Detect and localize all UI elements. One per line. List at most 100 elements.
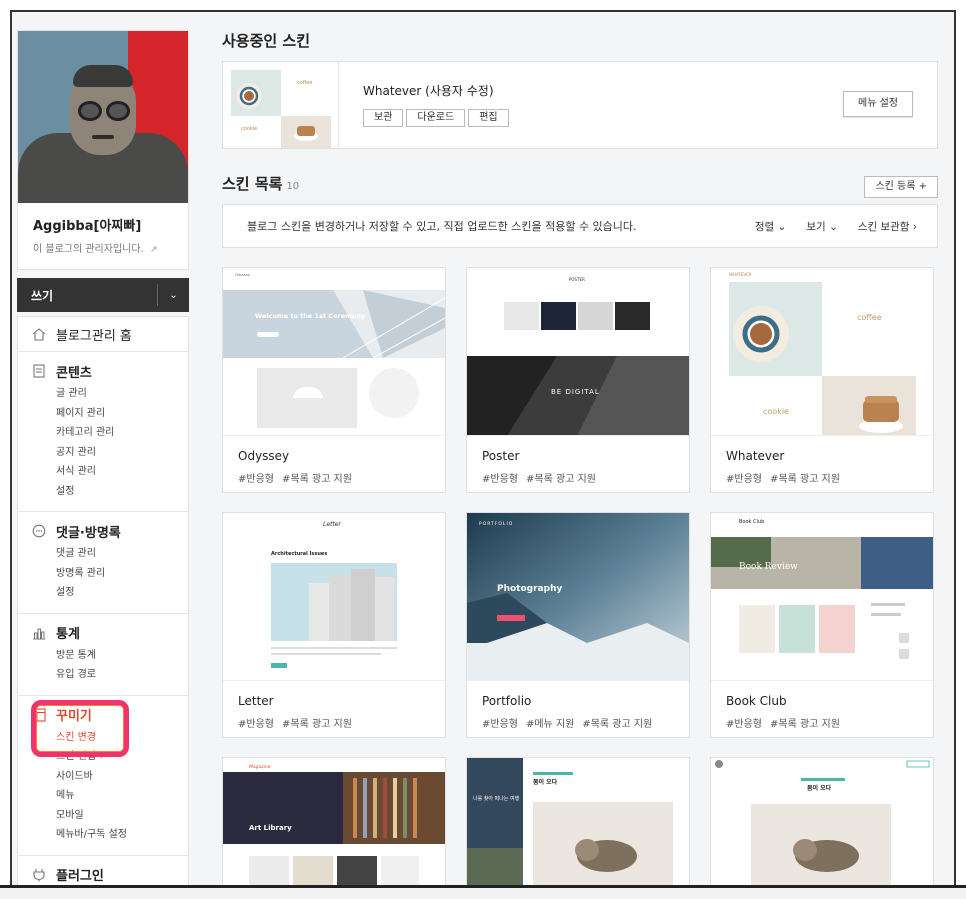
menu-sub-menu[interactable]: 메뉴 xyxy=(18,786,188,806)
skin-card-letter[interactable]: Letter Architectural Issues Letter #반응형 … xyxy=(222,512,446,738)
thumb-text: WHATEVER xyxy=(729,272,752,277)
svg-text:cookie: cookie xyxy=(241,126,257,132)
menu-item-home[interactable]: 블로그관리 홈 xyxy=(18,325,188,344)
svg-text:Odyssey: Odyssey xyxy=(235,273,250,277)
menu-sub-referrers[interactable]: 유입 경로 xyxy=(18,665,188,685)
skin-storage-link[interactable]: 스킨 보관함 › xyxy=(858,219,917,234)
chevron-down-icon[interactable]: ⌄ xyxy=(157,284,189,306)
menu-sub-contents-settings[interactable]: 설정 xyxy=(18,482,188,502)
thumb-text: Magazine xyxy=(249,764,271,770)
external-link-icon: ↗ xyxy=(149,245,158,255)
tag: #반응형 xyxy=(482,719,518,730)
skin-grid: Welcome to the 1st Ceremony Odyssey Odys… xyxy=(222,267,938,885)
current-skin-name: Whatever (사용자 수정) xyxy=(363,84,494,98)
menu-sub-notices[interactable]: 공지 관리 xyxy=(18,443,188,463)
menu-comments-label: 댓글·방명록 xyxy=(56,525,121,541)
skin-thumbnail: POSTER BE DIGITAL xyxy=(467,268,689,436)
thumb-text: POSTER xyxy=(569,277,585,282)
menu-item-plugin[interactable]: 플러그인 xyxy=(18,866,188,884)
tag: #목록 광고 지원 xyxy=(769,719,840,730)
current-skin-thumbnail: coffee cookie xyxy=(223,62,339,148)
admin-menu: 블로그관리 홈 콘텐츠 글 관리 페이지 관리 카테고리 관리 공지 관리 서식… xyxy=(17,316,189,885)
skin-description-bar: 블로그 스킨을 변경하거나 저장할 수 있고, 직접 업로드한 스킨을 적용할 … xyxy=(222,204,938,248)
menu-sub-templates[interactable]: 서식 관리 xyxy=(18,462,188,482)
menu-plugin-label: 플러그인 xyxy=(56,869,104,884)
menu-sub-posts[interactable]: 글 관리 xyxy=(18,384,188,404)
view-label: 보기 xyxy=(806,220,826,233)
register-skin-button[interactable]: 스킨 등록 + xyxy=(864,176,938,198)
skin-thumbnail: Letter Architectural Issues xyxy=(223,513,445,681)
write-button[interactable]: 쓰기 ⌄ xyxy=(17,278,189,312)
view-dropdown[interactable]: 보기 ⌄ xyxy=(806,219,837,234)
skin-card-whatever[interactable]: WHATEVER coffee cookie Whatever #반응형 #목록… xyxy=(710,267,934,493)
thumb-text: Letter xyxy=(323,521,341,528)
avatar[interactable] xyxy=(18,31,188,203)
sort-dropdown[interactable]: 정렬 ⌄ xyxy=(755,219,786,234)
tag: #반응형 xyxy=(726,719,762,730)
tag: #반응형 xyxy=(482,474,518,485)
skin-card-odyssey[interactable]: Welcome to the 1st Ceremony Odyssey Odys… xyxy=(222,267,446,493)
svg-text:coffee: coffee xyxy=(297,80,312,86)
menu-sub-visit-stats[interactable]: 방문 통계 xyxy=(18,646,188,666)
edit-button[interactable]: 편집 xyxy=(468,109,509,127)
tag: #메뉴 지원 xyxy=(525,719,575,730)
skin-description: 블로그 스킨을 변경하거나 저장할 수 있고, 직접 업로드한 스킨을 적용할 … xyxy=(247,220,637,233)
skin-tags: #반응형 #메뉴 지원 #목록 광고 지원 xyxy=(467,708,689,730)
menu-sub-sidebar[interactable]: 사이드바 xyxy=(18,767,188,787)
thumb-text: 나를 찾아 떠나는 여행 xyxy=(473,795,520,802)
skin-name: Whatever xyxy=(726,449,785,463)
skin-card-magazine[interactable]: Magazine Art Library xyxy=(222,757,446,885)
menu-sub-comments-settings[interactable]: 설정 xyxy=(18,583,188,603)
profile-subtitle-text: 이 블로그의 관리자입니다. xyxy=(33,244,144,255)
tag: #목록 광고 지원 xyxy=(281,719,352,730)
thumb-text: Welcome to the 1st Ceremony xyxy=(255,312,366,320)
thumb-text: Photography xyxy=(497,584,562,594)
thumb-text: Book Review xyxy=(739,562,798,572)
chevron-down-icon: ⌄ xyxy=(829,220,838,233)
menu-sub-menubar[interactable]: 메뉴바/구독 설정 xyxy=(18,825,188,845)
skin-name: Book Club xyxy=(726,694,787,708)
skin-card-portfolio[interactable]: PORTFOLIO Photography Portfolio #반응형 #메뉴 … xyxy=(466,512,690,738)
highlight-annotation xyxy=(31,700,129,757)
skin-tags: #반응형 #목록 광고 지원 xyxy=(711,463,933,485)
page-bottom xyxy=(0,888,966,899)
skin-tags: #반응형 #목록 광고 지원 xyxy=(223,708,445,730)
skin-card-cat-2[interactable]: 봄이 오다 xyxy=(710,757,934,885)
menu-sub-categories[interactable]: 카테고리 관리 xyxy=(18,423,188,443)
profile-subtitle[interactable]: 이 블로그의 관리자입니다. ↗ xyxy=(33,240,173,255)
skin-card-bookclub[interactable]: Book Club Book Review Book Club #반응형 #목록… xyxy=(710,512,934,738)
tag: #목록 광고 지원 xyxy=(582,719,653,730)
skin-thumbnail: WHATEVER coffee cookie xyxy=(711,268,933,436)
skin-name: Portfolio xyxy=(482,694,532,708)
profile-name[interactable]: Aggibba[아찌빠] xyxy=(33,215,173,234)
plug-icon xyxy=(32,868,46,882)
skin-thumbnail: Welcome to the 1st Ceremony Odyssey xyxy=(223,268,445,436)
skin-tags: #반응형 #목록 광고 지원 xyxy=(223,463,445,485)
menu-sub-guestbook[interactable]: 방명록 관리 xyxy=(18,564,188,584)
skin-card-poster[interactable]: POSTER BE DIGITAL Poster #반응형 #목록 광고 지원 xyxy=(466,267,690,493)
skin-thumbnail: PORTFOLIO Photography xyxy=(467,513,689,681)
tag: #목록 광고 지원 xyxy=(769,474,840,485)
skin-card-cat-1[interactable]: 나를 찾아 떠나는 여행 봄이 오다 xyxy=(466,757,690,885)
sidebar: Aggibba[아찌빠] 이 블로그의 관리자입니다. ↗ 쓰기 ⌄ 블로그관리… xyxy=(17,30,189,885)
menu-contents-label: 콘텐츠 xyxy=(56,365,92,381)
archive-button[interactable]: 보관 xyxy=(363,109,404,127)
skin-tags: #반응형 #목록 광고 지원 xyxy=(467,463,689,485)
current-skin-title: 사용중인 스킨 xyxy=(222,32,311,50)
menu-item-contents[interactable]: 콘텐츠 xyxy=(18,362,188,381)
menu-sub-mobile[interactable]: 모바일 xyxy=(18,806,188,826)
thumb-text: Book Club xyxy=(739,519,764,525)
tag: #반응형 xyxy=(238,719,274,730)
skin-tags: #반응형 #목록 광고 지원 xyxy=(711,708,933,730)
sort-label: 정렬 xyxy=(754,220,775,233)
menu-settings-button[interactable]: 메뉴 설정 xyxy=(843,91,913,117)
menu-sub-comments[interactable]: 댓글 관리 xyxy=(18,544,188,564)
thumb-text: 봄이 오다 xyxy=(807,784,832,792)
thumb-text: Art Library xyxy=(249,824,292,832)
app-frame: Aggibba[아찌빠] 이 블로그의 관리자입니다. ↗ 쓰기 ⌄ 블로그관리… xyxy=(10,10,956,887)
menu-sub-pages[interactable]: 페이지 관리 xyxy=(18,404,188,424)
menu-item-stats[interactable]: 통계 xyxy=(18,624,188,642)
menu-item-comments[interactable]: 댓글·방명록 xyxy=(18,522,188,541)
download-button[interactable]: 다운로드 xyxy=(406,109,466,127)
thumb-text: cookie xyxy=(763,407,789,416)
